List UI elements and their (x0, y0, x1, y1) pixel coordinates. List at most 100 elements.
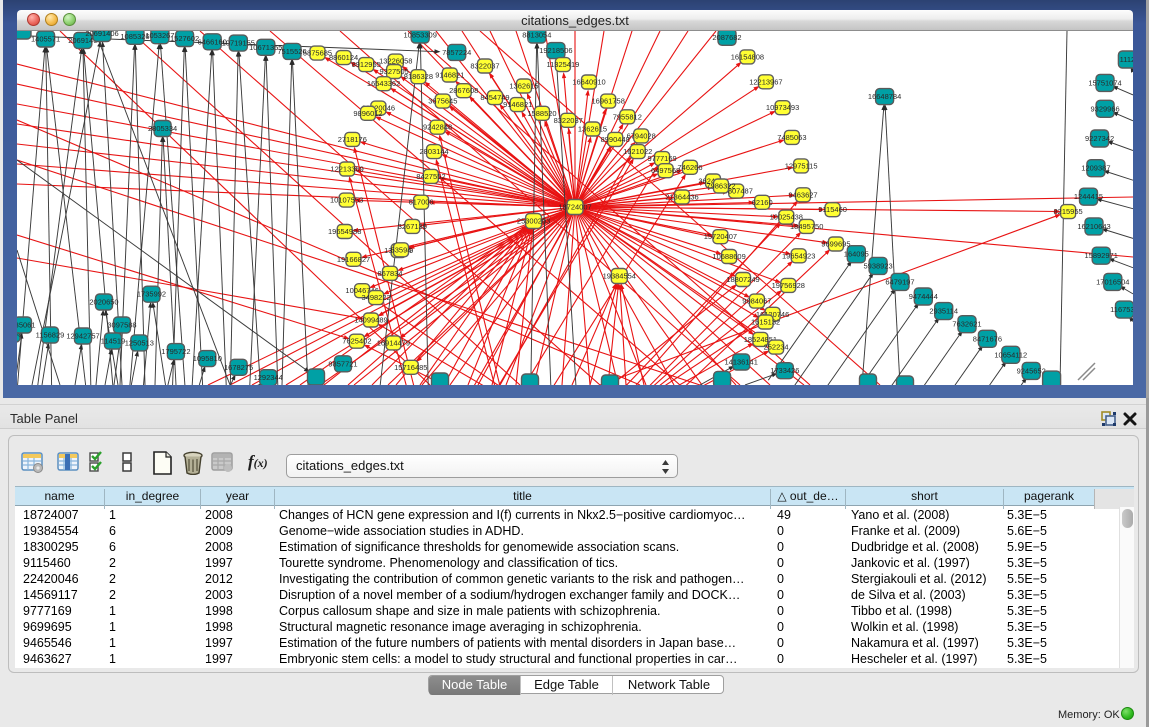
svg-text:7986322: 7986322 (706, 182, 735, 191)
svg-text:18724007: 18724007 (558, 203, 591, 212)
svg-text:746266: 746266 (677, 163, 702, 172)
svg-text:16648784: 16648784 (868, 92, 901, 101)
svg-text:10025438: 10025438 (770, 213, 803, 222)
svg-text:20691406: 20691406 (85, 31, 118, 38)
svg-text:7632621: 7632621 (952, 320, 981, 329)
svg-text:6479197: 6479197 (885, 277, 914, 286)
svg-text:2803144: 2803144 (419, 147, 448, 156)
svg-text:1292344: 1292344 (254, 373, 283, 382)
svg-text:7857224: 7857224 (442, 48, 471, 57)
svg-text:3498222: 3498222 (361, 293, 390, 302)
svg-text:2020650: 2020650 (89, 298, 118, 307)
svg-text:19654988: 19654988 (328, 227, 361, 236)
svg-text:9115460: 9115460 (818, 205, 847, 214)
svg-text:9896012: 9896012 (353, 109, 382, 118)
svg-text:1615132: 1615132 (751, 318, 780, 327)
svg-text:12213967: 12213967 (749, 77, 782, 86)
svg-text:2718176: 2718176 (338, 135, 367, 144)
svg-text:8427552: 8427552 (416, 172, 445, 181)
svg-text:9463627: 9463627 (788, 190, 817, 199)
svg-text:14099489: 14099489 (354, 316, 387, 325)
svg-text:8322037: 8322037 (470, 62, 499, 71)
svg-text:8813054: 8813054 (522, 31, 551, 40)
svg-text:19654923: 19654923 (782, 251, 815, 260)
svg-text:1250513: 1250513 (125, 338, 154, 347)
svg-text:21364436: 21364436 (665, 193, 698, 202)
svg-text:9329966: 9329966 (1090, 104, 1119, 113)
svg-text:16914479: 16914479 (377, 338, 410, 347)
svg-text:8186328: 8186328 (404, 72, 433, 81)
svg-text:5938923: 5938923 (863, 261, 892, 270)
svg-text:15720407: 15720407 (704, 232, 737, 241)
svg-text:15751074: 15751074 (1088, 78, 1121, 87)
svg-text:19384554: 19384554 (603, 272, 636, 281)
svg-text:15892971: 15892971 (1085, 251, 1118, 260)
svg-text:2867608: 2867608 (449, 86, 478, 95)
svg-text:9227342: 9227342 (1085, 134, 1114, 143)
svg-text:9245652: 9245652 (1017, 366, 1046, 375)
svg-text:62160: 62160 (752, 198, 773, 207)
svg-text:10853309: 10853309 (404, 31, 437, 40)
svg-text:8990448: 8990448 (601, 135, 630, 144)
svg-text:7625402: 7625402 (342, 337, 371, 346)
svg-text:12975115: 12975115 (785, 161, 818, 170)
svg-text:9699695: 9699695 (821, 240, 850, 249)
svg-text:9146821: 9146821 (503, 100, 532, 109)
svg-text:16210643: 16210643 (1077, 222, 1110, 231)
svg-text:9474444: 9474444 (909, 292, 938, 301)
svg-text:617006: 617006 (409, 198, 434, 207)
svg-text:114519: 114519 (101, 337, 125, 346)
svg-text:16961758: 16961758 (592, 97, 625, 106)
svg-text:1112: 1112 (1120, 55, 1133, 64)
svg-text:9777169: 9777169 (647, 154, 676, 163)
svg-text:3675645: 3675645 (428, 97, 457, 106)
svg-text:14136141: 14136141 (725, 358, 758, 367)
svg-text:10107553: 10107553 (330, 196, 363, 205)
svg-text:9857721: 9857721 (328, 359, 357, 368)
svg-text:252234: 252234 (764, 343, 789, 352)
svg-text:15716485: 15716485 (394, 363, 427, 372)
svg-text:19166827: 19166827 (337, 255, 370, 264)
svg-text:6794028: 6794028 (627, 131, 656, 140)
svg-text:10688609: 10688609 (712, 252, 745, 261)
svg-text:335061: 335061 (17, 321, 36, 330)
svg-text:1733426: 1733426 (770, 366, 799, 375)
svg-text:53594: 53594 (391, 245, 412, 254)
svg-text:25300203: 25300203 (517, 217, 550, 226)
svg-text:12213369: 12213369 (330, 165, 363, 174)
svg-text:1588520: 1588520 (527, 109, 556, 118)
svg-text:1405571: 1405571 (31, 35, 60, 44)
svg-text:16543362: 16543362 (367, 79, 400, 88)
svg-text:10654112: 10654112 (994, 350, 1027, 359)
svg-text:1362615: 1362615 (578, 125, 607, 134)
svg-text:1167535: 1167535 (1110, 305, 1133, 314)
svg-text:9146821: 9146821 (435, 71, 464, 80)
svg-text:1095810: 1095810 (193, 354, 222, 363)
svg-text:2087682: 2087682 (712, 33, 741, 42)
svg-text:5875685: 5875685 (303, 49, 332, 58)
svg-text:164095: 164095 (844, 250, 869, 259)
svg-text:16154808: 16154808 (731, 52, 764, 61)
svg-text:19756928: 19756928 (772, 281, 805, 290)
svg-text:1244415: 1244415 (1074, 192, 1103, 201)
svg-text:1735992: 1735992 (137, 290, 166, 299)
svg-text:1209387: 1209387 (1081, 164, 1110, 173)
svg-text:1795722: 1795722 (161, 347, 190, 356)
svg-text:1156829: 1156829 (36, 331, 65, 340)
svg-text:8471676: 8471676 (973, 334, 1002, 343)
svg-text:2805334: 2805334 (148, 124, 177, 133)
svg-text:1362615: 1362615 (509, 82, 538, 91)
svg-text:9242848: 9242848 (423, 123, 452, 132)
svg-text:19218506: 19218506 (539, 46, 572, 55)
svg-text:11325419: 11325419 (546, 60, 579, 69)
svg-text:2935114: 2935114 (929, 307, 958, 316)
svg-text:16640910: 16640910 (572, 78, 605, 87)
svg-text:1678275: 1678275 (224, 363, 253, 372)
svg-text:12942757: 12942757 (66, 332, 99, 341)
svg-text:18807249: 18807249 (726, 275, 759, 284)
svg-text:17016504: 17016504 (1096, 277, 1129, 286)
svg-text:7955812: 7955812 (613, 112, 642, 121)
svg-text:867834: 867834 (377, 269, 402, 278)
svg-text:8215955: 8215955 (1053, 207, 1082, 216)
svg-text:6497568: 6497568 (651, 166, 680, 175)
